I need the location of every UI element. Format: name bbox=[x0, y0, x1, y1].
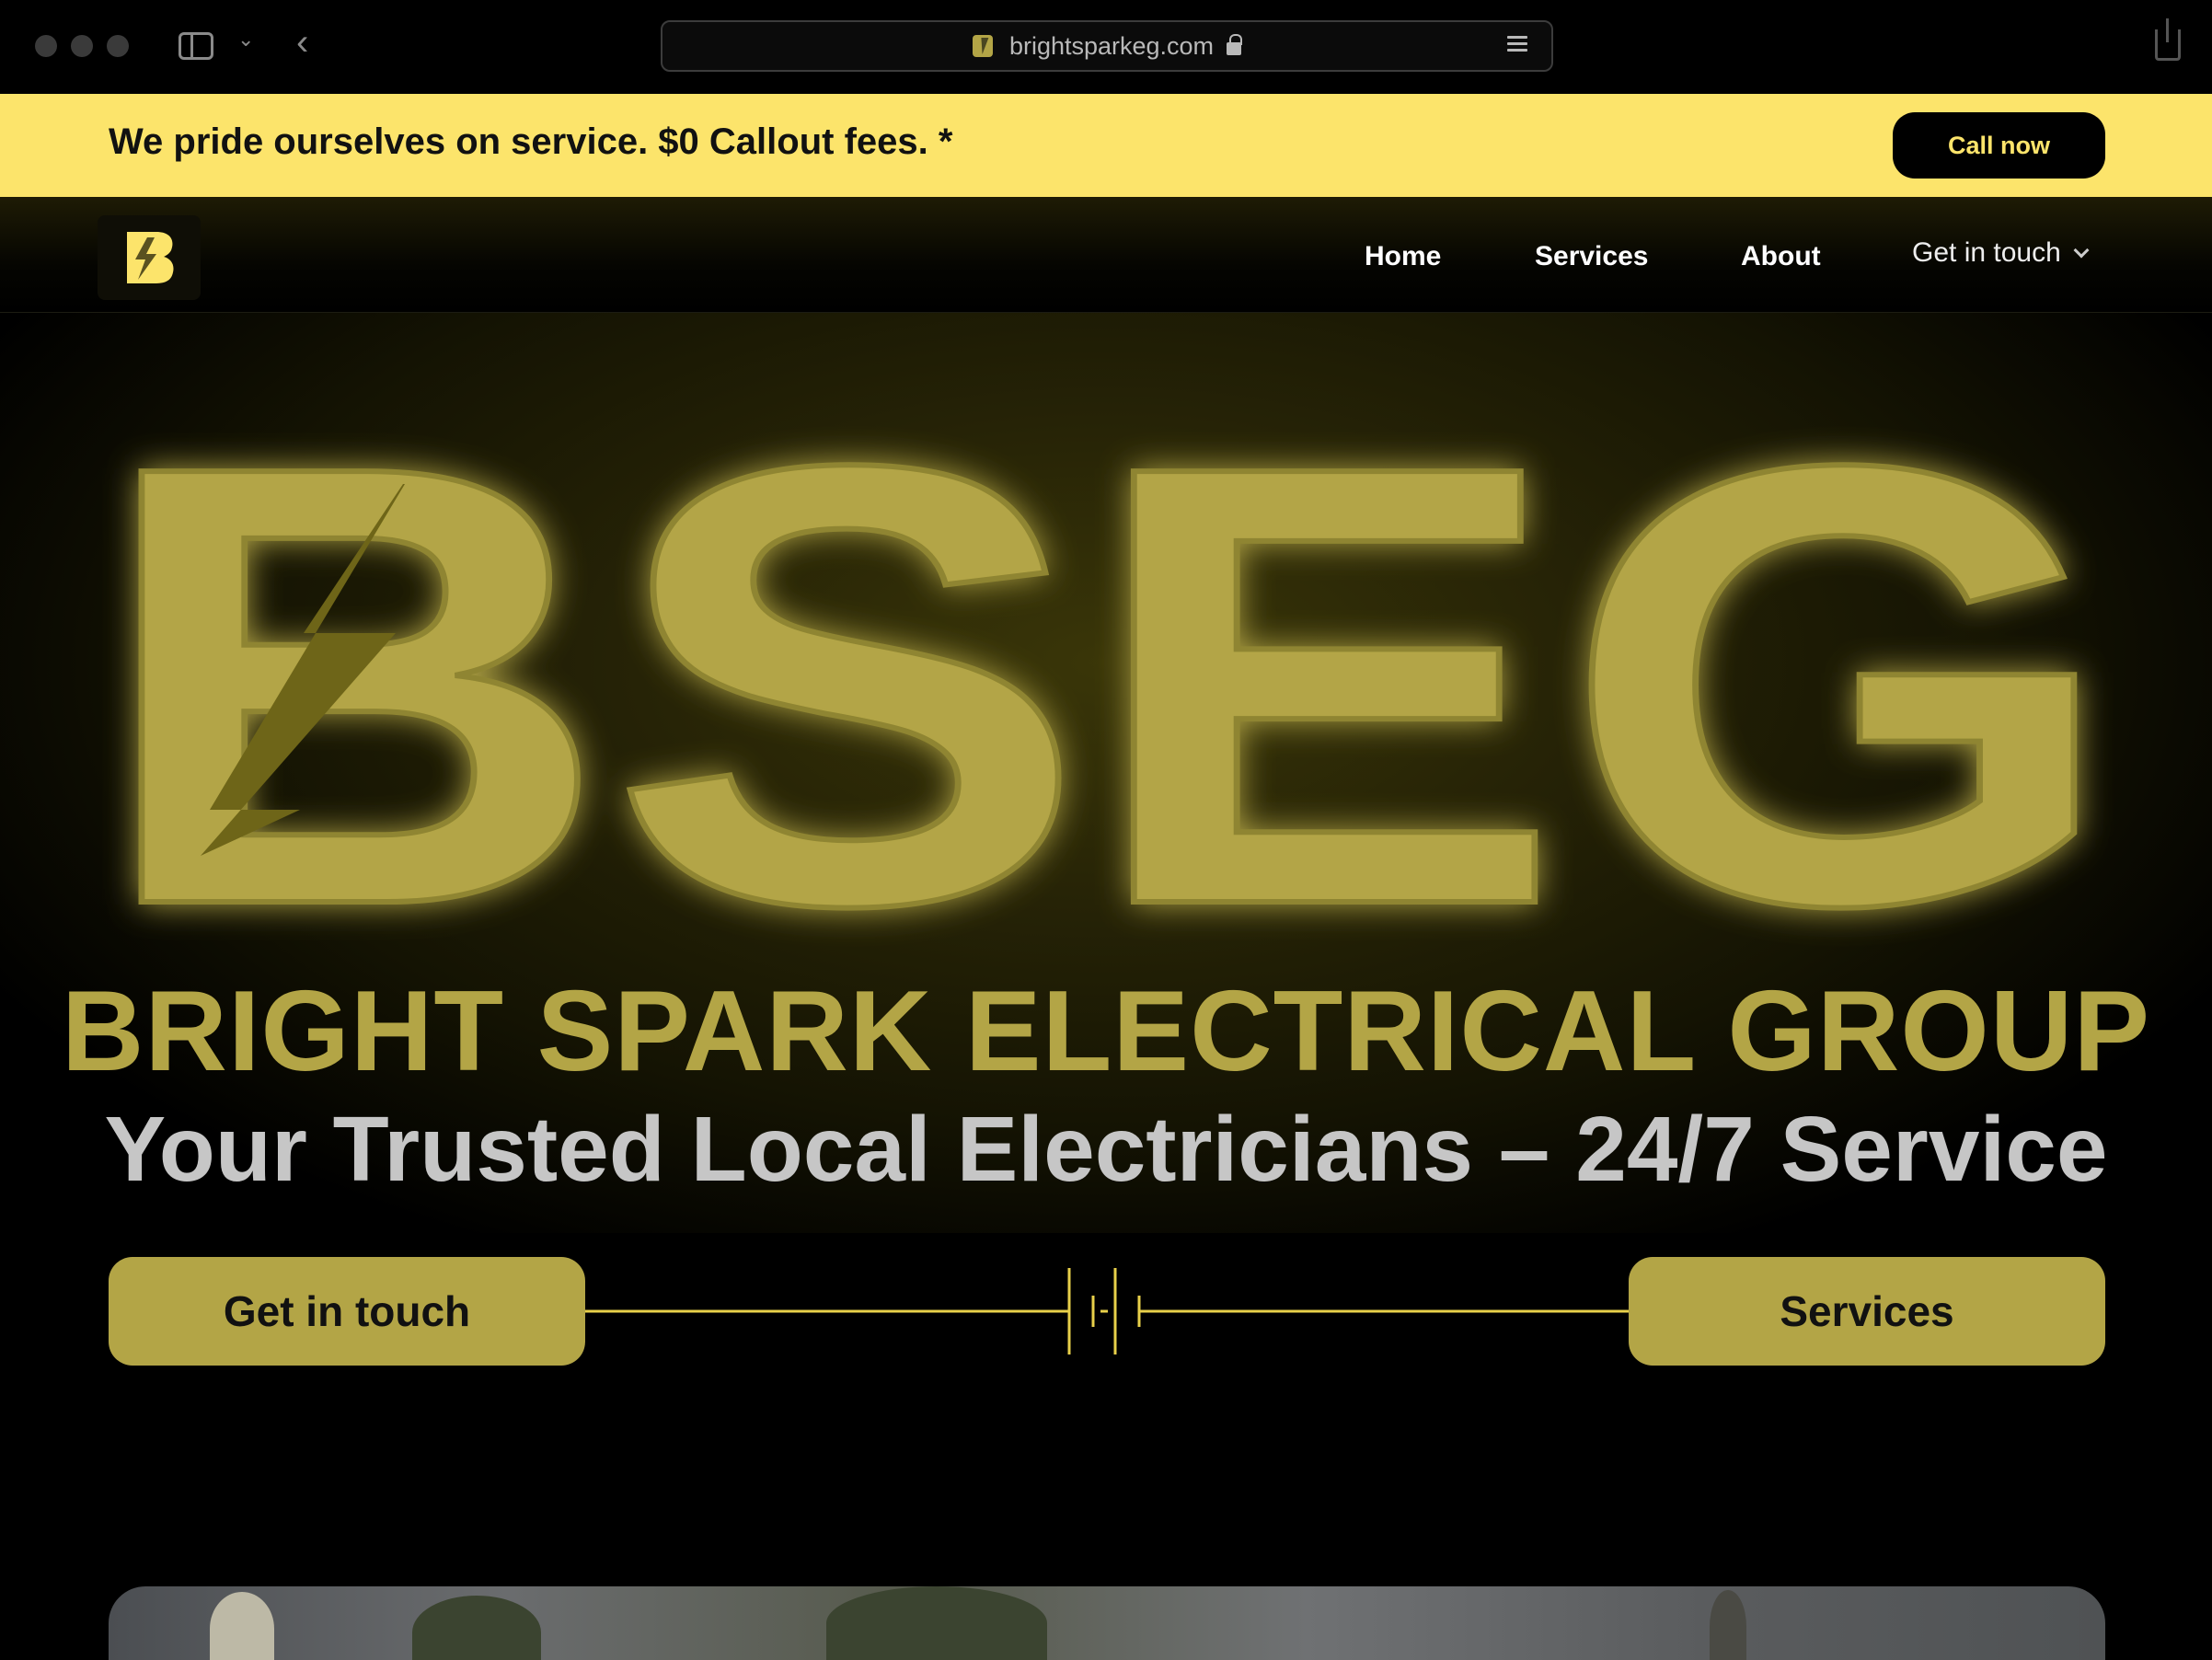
site-header: Home Services About Get in touch bbox=[0, 197, 2212, 313]
bseg-logo-text: BSEG bbox=[94, 336, 2118, 957]
get-in-touch-button[interactable]: Get in touch bbox=[109, 1257, 585, 1366]
services-button[interactable]: Services bbox=[1629, 1257, 2105, 1366]
hero-tagline: Your Trusted Local Electricians – 24/7 S… bbox=[104, 1098, 2108, 1201]
nav-services-link[interactable]: Services bbox=[1535, 241, 1648, 272]
call-now-button[interactable]: Call now bbox=[1893, 112, 2105, 179]
logo-b-lightning-icon bbox=[127, 232, 174, 283]
sidebar-icon[interactable] bbox=[179, 32, 213, 60]
zoom-window-button[interactable] bbox=[107, 35, 129, 57]
back-icon[interactable]: ‹ bbox=[296, 22, 308, 63]
browser-toolbar: ⌄ ‹ brightsparkeg.com bbox=[0, 0, 2212, 94]
nav-get-in-touch-label: Get in touch bbox=[1912, 237, 2061, 268]
site-favicon-icon bbox=[972, 35, 993, 57]
tab-overview-chevron-icon[interactable]: ⌄ bbox=[237, 28, 254, 52]
nav-home-link[interactable]: Home bbox=[1365, 241, 1441, 272]
site-logo[interactable] bbox=[98, 215, 201, 300]
banner-message: We pride ourselves on service. $0 Callou… bbox=[109, 121, 953, 162]
url-text: brightsparkeg.com bbox=[1008, 31, 1215, 60]
battery-symbol-icon bbox=[1067, 1268, 1141, 1355]
brand-name-heading: BRIGHT SPARK ELECTRICAL GROUP bbox=[61, 968, 2151, 1095]
minimize-window-button[interactable] bbox=[71, 35, 93, 57]
announcement-banner: We pride ourselves on service. $0 Callou… bbox=[0, 94, 2212, 197]
chevron-down-icon bbox=[2073, 242, 2090, 259]
lock-icon bbox=[1227, 34, 1243, 55]
reader-icon[interactable] bbox=[1507, 36, 1527, 58]
bseg-logo-graphic: BSEG bbox=[91, 333, 2121, 957]
hero-photo bbox=[109, 1586, 2105, 1660]
close-window-button[interactable] bbox=[35, 35, 57, 57]
hero-section: BSEG BRIGHT SPARK ELECTRICAL GROUP Your … bbox=[0, 313, 2212, 1233]
nav-get-in-touch-dropdown[interactable]: Get in touch bbox=[1912, 237, 2090, 269]
nav-about-link[interactable]: About bbox=[1741, 241, 1821, 272]
share-icon[interactable] bbox=[2155, 18, 2181, 61]
address-bar[interactable]: brightsparkeg.com bbox=[661, 20, 1553, 72]
